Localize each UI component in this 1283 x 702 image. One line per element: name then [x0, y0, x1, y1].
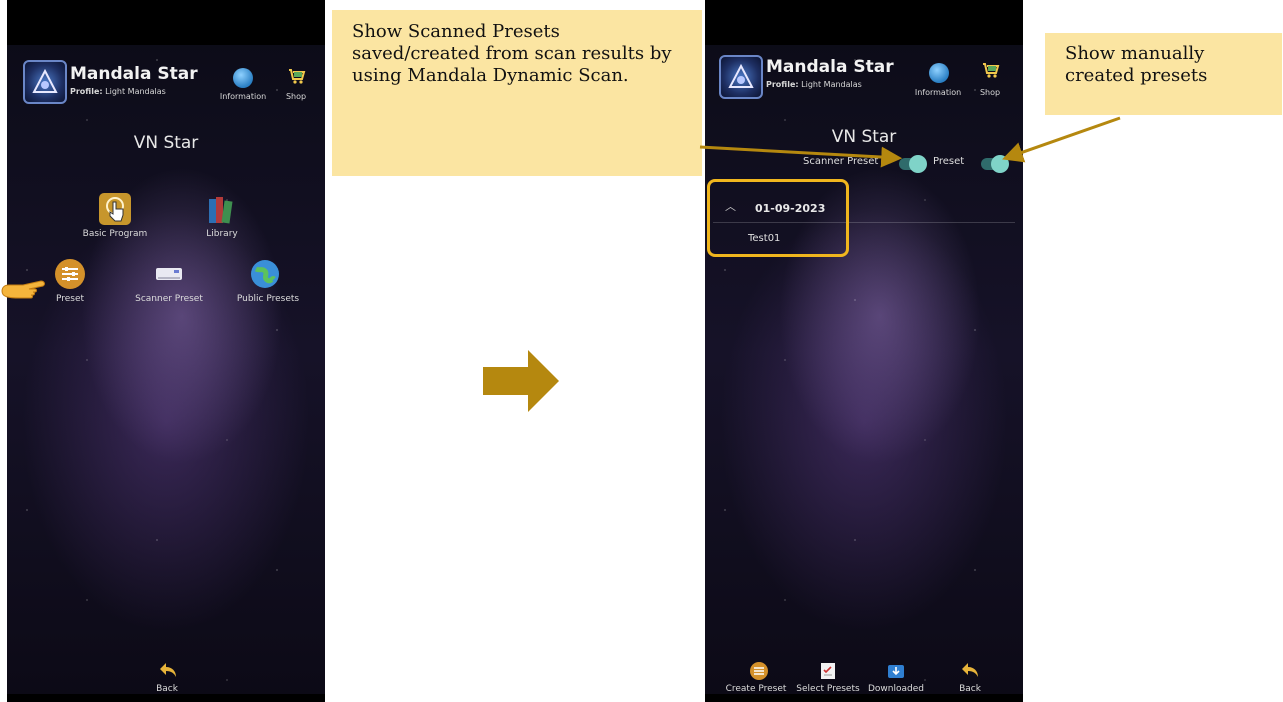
- annotation-arrows: [699, 116, 1121, 168]
- arrow-to-preset-toggle: [1002, 116, 1121, 163]
- arrow-to-scanner-toggle: [699, 145, 903, 168]
